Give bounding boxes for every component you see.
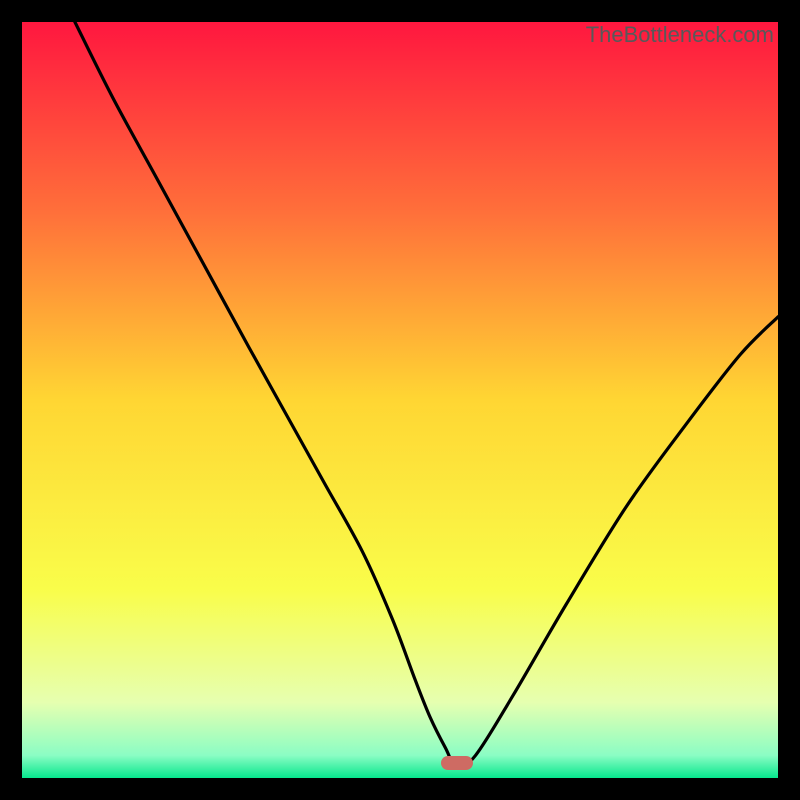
watermark-label: TheBottleneck.com bbox=[586, 22, 774, 48]
optimal-marker bbox=[441, 756, 473, 770]
chart-frame: TheBottleneck.com bbox=[22, 22, 778, 778]
plot-area bbox=[22, 22, 778, 778]
bottleneck-curve bbox=[22, 22, 778, 778]
